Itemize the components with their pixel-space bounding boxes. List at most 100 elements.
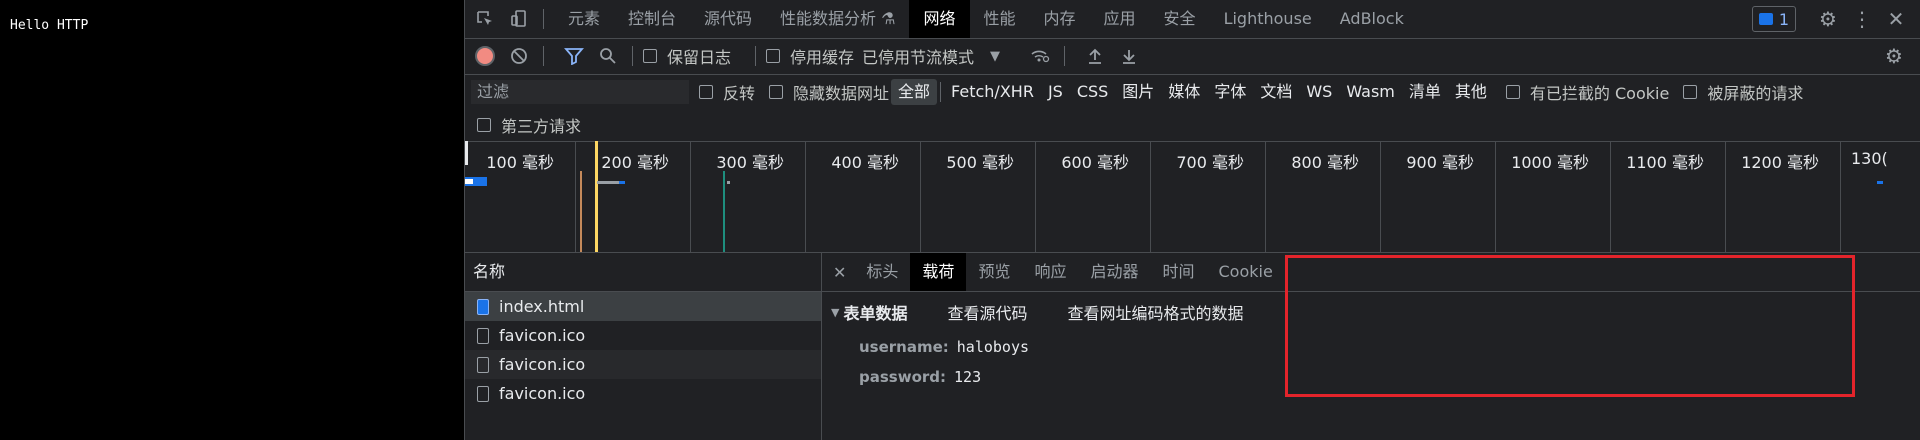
type-filter-js[interactable]: JS [1041,79,1070,105]
device-toolbar-icon[interactable] [505,5,533,33]
detail-tab-payload[interactable]: 载荷 [910,253,967,291]
triangle-down-icon[interactable]: ▼ [831,306,839,319]
tab-lighthouse[interactable]: Lighthouse [1210,0,1326,38]
timeline-tick-label: 130( [1851,149,1888,168]
checkbox-box[interactable] [699,85,713,99]
record-icon[interactable] [471,42,499,70]
timeline-tick-label: 700 毫秒 [1176,153,1244,172]
name-column-header[interactable]: 名称 [465,253,821,292]
tab-security[interactable]: 安全 [1150,0,1210,38]
filter-input[interactable]: 过滤 [471,80,689,104]
timeline-tick-label: 500 毫秒 [946,153,1014,172]
tab-sources[interactable]: 源代码 [690,0,766,38]
timeline-request-bar [727,181,730,184]
tab-separator [543,9,544,29]
type-filter-img[interactable]: 图片 [1115,79,1161,105]
tab-performance-insights[interactable]: 性能数据分析 ⚗ [766,0,909,38]
preserve-log-checkbox[interactable]: 保留日志 [643,44,731,68]
inspect-element-icon[interactable] [471,5,499,33]
network-conditions-icon[interactable] [1026,42,1054,70]
close-devtools-icon[interactable]: ✕ [1882,5,1910,33]
timeline-tick [805,141,806,252]
type-filter-wasm[interactable]: Wasm [1339,79,1402,105]
disable-cache-checkbox[interactable]: 停用缓存 [766,44,854,68]
toolbar-separator [543,46,544,66]
view-url-encoded-link[interactable]: 查看网址编码格式的数据 [1068,300,1244,324]
blocked-cookies-label: 有已拦截的 Cookie [1529,84,1670,103]
checkbox-box[interactable] [766,49,781,63]
timeline-tick [1495,141,1496,252]
detail-tab-headers[interactable]: 标头 [854,253,910,291]
issues-badge[interactable]: 1 [1751,6,1796,32]
form-field-value: 123 [954,368,982,386]
checkbox-box[interactable] [769,85,784,99]
form-field-value: haloboys [956,338,1030,356]
tab-application[interactable]: 应用 [1090,0,1150,38]
timeline-tick-label: 300 毫秒 [716,153,784,172]
tabbar-right-icons: 1 ⚙ ⋮ ✕ [1751,0,1920,38]
disable-cache-label: 停用缓存 [790,48,855,67]
timeline-tick-label: 900 毫秒 [1406,153,1474,172]
chevron-down-icon[interactable]: ▼ [990,49,1000,64]
search-icon[interactable] [594,42,622,70]
upload-icon[interactable] [1081,42,1109,70]
tab-console[interactable]: 控制台 [614,0,690,38]
type-filter-fetch-xhr[interactable]: Fetch/XHR [944,79,1041,105]
tab-network[interactable]: 网络 [909,0,970,38]
type-filter-other[interactable]: 其他 [1448,79,1494,105]
view-source-link[interactable]: 查看源代码 [947,300,1027,324]
type-filter-all[interactable]: 全部 [891,79,938,105]
hide-data-urls-label: 隐藏数据网址 [793,84,890,103]
close-detail-icon[interactable]: ✕ [821,263,854,282]
network-toolbar: 保留日志 停用缓存 已停用节流模式 ▼ ⚙ [465,38,1920,75]
type-filter-doc[interactable]: 文档 [1253,79,1299,105]
timeline-marker-line [723,171,725,252]
form-field-key: username: [859,338,949,356]
form-field-key: password: [859,368,947,386]
network-overview-timeline[interactable]: 100 毫秒 200 毫秒 300 毫秒 400 毫秒 500 毫秒 600 毫… [465,141,1920,253]
more-options-icon[interactable]: ⋮ [1848,5,1876,33]
toolbar-separator [755,46,757,66]
form-field-row: password: 123 [821,362,1920,392]
type-filter-ws[interactable]: WS [1299,79,1339,105]
tab-memory[interactable]: 内存 [1030,0,1090,38]
hide-data-urls-checkbox[interactable]: 隐藏数据网址 [769,80,889,104]
third-party-checkbox[interactable]: 第三方请求 [477,113,581,137]
form-data-title: 表单数据 [843,304,908,323]
detail-tab-initiator[interactable]: 启动器 [1078,253,1150,291]
invert-checkbox[interactable]: 反转 [699,80,755,104]
type-filter-media[interactable]: 媒体 [1161,79,1207,105]
type-filter-manifest[interactable]: 清单 [1402,79,1448,105]
filter-icon[interactable] [560,42,588,70]
settings-gear-icon[interactable]: ⚙ [1814,5,1842,33]
request-row[interactable]: favicon.ico [465,350,821,379]
blocked-cookies-checkbox[interactable]: 有已拦截的 Cookie [1505,80,1670,104]
page-viewport: Hello HTTP [0,0,464,440]
download-icon[interactable] [1115,42,1143,70]
detail-tab-response[interactable]: 响应 [1022,253,1078,291]
blocked-requests-checkbox[interactable]: 被屏蔽的请求 [1683,80,1803,104]
type-filter-font[interactable]: 字体 [1207,79,1253,105]
timeline-tick [1725,141,1726,252]
tab-elements[interactable]: 元素 [554,0,614,38]
tab-adblock[interactable]: AdBlock [1326,0,1418,38]
devtools-tabbar: 元素 控制台 源代码 性能数据分析 ⚗ 网络 性能 内存 应用 安全 Light… [465,0,1920,39]
clear-icon[interactable] [505,42,533,70]
detail-tab-cookies[interactable]: Cookie [1207,253,1285,291]
checkbox-box[interactable] [1505,85,1520,99]
toolbar-separator [1064,46,1066,66]
checkbox-box[interactable] [477,118,491,132]
throttling-select[interactable]: 已停用节流模式 [862,44,974,68]
checkbox-box[interactable] [643,49,657,63]
request-row[interactable]: favicon.ico [465,379,821,408]
type-filter-css[interactable]: CSS [1070,79,1115,105]
request-row[interactable]: index.html [465,292,821,321]
network-settings-gear-icon[interactable]: ⚙ [1880,42,1908,70]
detail-tab-timing[interactable]: 时间 [1150,253,1206,291]
checkbox-box[interactable] [1683,85,1698,99]
toolbar-separator [632,46,633,66]
detail-tab-preview[interactable]: 预览 [966,253,1022,291]
tab-performance[interactable]: 性能 [970,0,1030,38]
request-row[interactable]: favicon.ico [465,321,821,350]
form-data-section-header[interactable]: ▼ 表单数据 查看源代码 查看网址编码格式的数据 [821,292,1920,332]
